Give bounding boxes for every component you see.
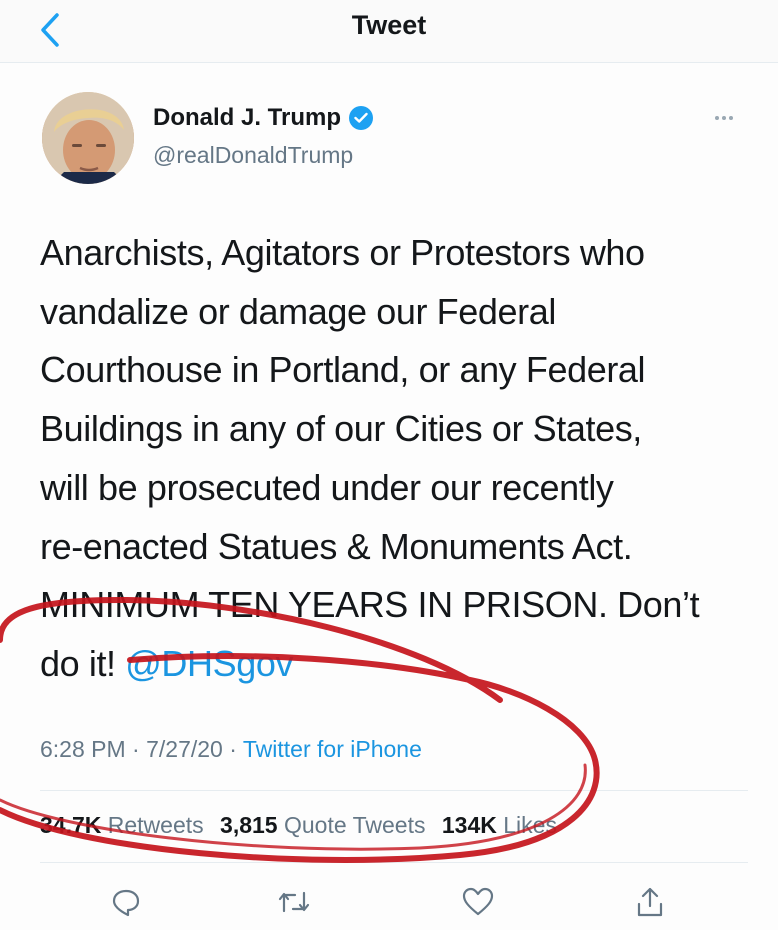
tweet-source-link[interactable]: Twitter for iPhone <box>243 736 422 762</box>
more-options-button[interactable] <box>706 108 742 128</box>
more-dot-icon <box>715 116 719 120</box>
tweet-line: vandalize or damage our Federal <box>40 290 556 332</box>
tweet-date: 7/27/20 <box>146 736 223 762</box>
retweets-stat[interactable]: 34.7K Retweets <box>40 812 204 838</box>
reply-icon <box>112 889 140 917</box>
likes-label: Likes <box>503 812 557 838</box>
tweet-text: Anarchists, Agitators or Protestors who … <box>40 224 740 694</box>
avatar[interactable] <box>42 92 134 184</box>
retweet-button[interactable] <box>272 880 316 924</box>
tweet-line: will be prosecuted under our recently <box>40 466 614 508</box>
share-button[interactable] <box>628 880 672 924</box>
like-button[interactable] <box>456 880 500 924</box>
meta-separator: · <box>125 736 147 762</box>
likes-count: 134K <box>441 812 497 838</box>
author-name: Donald J. Trump <box>153 104 342 131</box>
tweet-stats: 34.7K Retweets 3,815 Quote Tweets 134K L… <box>40 812 567 839</box>
tweet-meta: 6:28 PM · 7/27/20 · Twitter for iPhone <box>40 736 422 763</box>
tweet-line: Buildings in any of our Cities or States… <box>40 408 642 450</box>
quote-tweets-label: Quote Tweets <box>283 812 426 838</box>
tweet-line: re-enacted Statues & Monuments Act. <box>40 525 633 567</box>
share-icon <box>637 887 663 917</box>
tweet-line-last: do it! @DHSgov <box>40 635 740 694</box>
action-bar <box>0 880 778 924</box>
retweets-label: Retweets <box>107 812 204 838</box>
quote-tweets-count: 3,815 <box>220 812 278 838</box>
more-dot-icon <box>722 116 726 120</box>
divider <box>40 790 748 791</box>
top-bar: Tweet <box>0 0 778 63</box>
more-dot-icon <box>729 116 733 120</box>
mention-link[interactable]: @DHSgov <box>125 643 293 684</box>
page-title: Tweet <box>351 10 427 40</box>
quote-tweets-stat[interactable]: 3,815 Quote Tweets <box>220 812 425 838</box>
author-handle[interactable]: @realDonaldTrump <box>153 142 353 169</box>
likes-stat[interactable]: 134K Likes <box>442 812 557 838</box>
meta-separator: · <box>222 736 243 762</box>
author-name-row[interactable]: Donald J. Trump <box>153 104 374 132</box>
divider <box>40 862 748 863</box>
like-icon <box>462 887 494 916</box>
tweet-time: 6:28 PM <box>40 736 126 762</box>
tweet-line: Anarchists, Agitators or Protestors who <box>40 232 645 273</box>
tweet-line: Courthouse in Portland, or any Federal <box>40 349 646 391</box>
retweet-icon <box>278 891 310 913</box>
tweet-line: MINIMUM TEN YEARS IN PRISON. Don’t <box>40 584 700 626</box>
tweet-line-text: do it! <box>40 642 126 684</box>
retweets-count: 34.7K <box>40 812 102 838</box>
verified-badge-icon <box>349 106 374 130</box>
reply-button[interactable] <box>104 880 148 924</box>
tweet-screen: Tweet Donald J. Trump @realDonaldTrump A… <box>0 0 778 930</box>
avatar-image <box>42 92 134 184</box>
